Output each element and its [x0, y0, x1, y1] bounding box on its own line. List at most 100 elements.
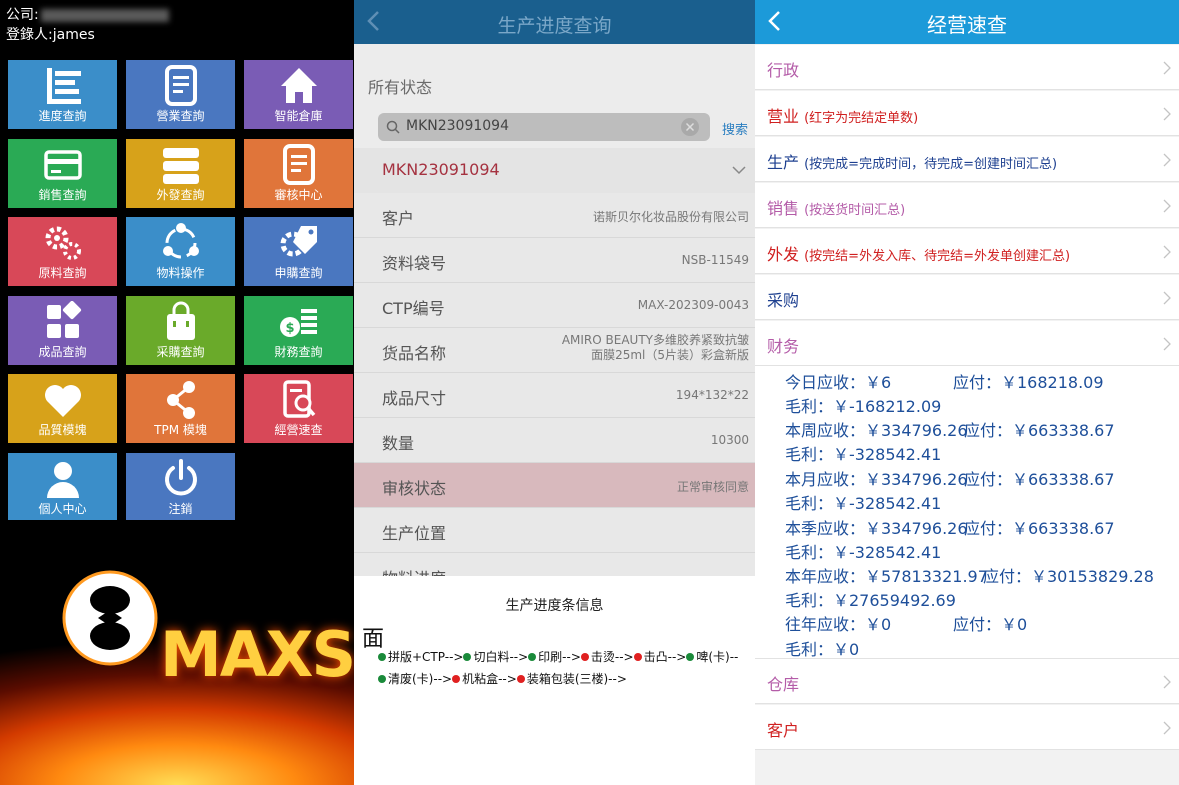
- tile-label: 注銷: [168, 502, 193, 516]
- header-bar: 经营速查: [755, 0, 1179, 44]
- row-label: 财务: [767, 337, 800, 356]
- row-value: AMIRO BEAUTY多维胶养紧致抗皱面膜25ml（5片装）彩盒新版: [561, 333, 749, 362]
- status-dot: [378, 675, 386, 683]
- tile-label: 經營速查: [274, 423, 323, 437]
- search-doc-icon: [282, 380, 315, 418]
- row-administration[interactable]: 行政: [755, 45, 1179, 90]
- tile-progress-query[interactable]: 進度查詢: [8, 60, 117, 129]
- tile-label: TPM 模塊: [154, 423, 207, 437]
- cycle-icon: [162, 223, 199, 259]
- screenshot-root: 公司: 登錄人:james 進度查詢 營業查詢 智能倉庫 銷售查詢 外發查詢 審…: [0, 0, 1179, 785]
- row-customer[interactable]: 客户: [755, 705, 1179, 750]
- row-business[interactable]: 营业 (红字为完结定单数): [755, 91, 1179, 136]
- row-production[interactable]: 生产 (按完成=完成时间，待完成=创建时间汇总): [755, 137, 1179, 182]
- status-filter[interactable]: 所有状态: [368, 74, 432, 98]
- chevron-right-icon: [1163, 245, 1171, 259]
- finance-payable: 应付：￥663338.67: [964, 519, 1115, 538]
- tile-purchase-request[interactable]: 申購查詢: [244, 217, 353, 286]
- tile-label: 申購查詢: [274, 266, 323, 280]
- search-value: MKN23091094: [406, 118, 509, 134]
- row-sales[interactable]: 销售 (按送货时间汇总): [755, 183, 1179, 228]
- finance-payable: 应付：￥663338.67: [964, 421, 1115, 440]
- progress-step: 清废(卡)-->: [378, 672, 452, 686]
- finance-payable: 应付：￥30153829.28: [983, 567, 1154, 586]
- tile-quality-module[interactable]: 品質模塊: [8, 374, 117, 443]
- chevron-right-icon: [1163, 107, 1171, 121]
- search-button[interactable]: 搜索: [722, 119, 748, 138]
- page-title: 经营速查: [927, 13, 1007, 37]
- tile-personal-center[interactable]: 個人中心: [8, 453, 117, 522]
- row-warehouse[interactable]: 仓库: [755, 659, 1179, 704]
- row-label: 客户: [767, 721, 800, 740]
- row-value: NSB-11549: [681, 253, 749, 267]
- card-icon: [43, 150, 82, 180]
- tile-label: 成品查詢: [38, 345, 87, 359]
- home-menu-panel: 公司: 登錄人:james 進度查詢 營業查詢 智能倉庫 銷售查詢 外發查詢 審…: [0, 0, 354, 785]
- search-input[interactable]: MKN23091094: [378, 113, 710, 141]
- share-icon: [166, 381, 195, 419]
- row-outsource[interactable]: 外发 (按完结=外发入库、待完结=外发单创建汇总): [755, 229, 1179, 274]
- progress-step: 击凸-->: [633, 650, 686, 664]
- row-value: MAX-202309-0043: [637, 298, 749, 312]
- finance-profit: 毛利：￥-328542.41: [785, 494, 942, 513]
- tile-material-operation[interactable]: 物料操作: [126, 217, 235, 286]
- tile-smart-warehouse[interactable]: 智能倉庫: [244, 60, 353, 129]
- row-ctp-no: CTP编号 MAX-202309-0043: [354, 283, 755, 328]
- finance-profit: 毛利：￥-168212.09: [785, 397, 942, 416]
- row-size: 成品尺寸 194*132*22: [354, 373, 755, 418]
- progress-modal: 生产进度条信息 面 拼版+CTP--> 切白料--> 印刷--> 击烫--> 击凸-->…: [354, 576, 755, 785]
- tile-label: 個人中心: [38, 502, 87, 516]
- progress-step: 装箱包装(三楼)-->: [516, 672, 627, 686]
- tile-sales-query[interactable]: 營業查詢: [126, 60, 235, 129]
- heart-icon: [44, 385, 81, 417]
- finance-receivable: 本年应收：￥57813321.97: [785, 567, 988, 586]
- status-dot: [580, 653, 589, 661]
- chevron-right-icon: [1163, 675, 1171, 689]
- row-finance[interactable]: 财务: [755, 321, 1179, 366]
- production-progress-panel: 生产进度查询 所有状态 MKN23091094 搜索 MKN23091094 客…: [354, 0, 755, 785]
- row-production-location: 生产位置: [354, 508, 755, 553]
- tile-label: 原料查詢: [38, 266, 87, 280]
- tile-material-query[interactable]: 原料查詢: [8, 217, 117, 286]
- tile-business-quick-check[interactable]: 經營速查: [244, 374, 353, 443]
- row-value: 194*132*22: [675, 388, 749, 402]
- money-icon: $: [279, 309, 317, 337]
- row-label: 生产 (按完成=完成时间，待完成=创建时间汇总): [767, 153, 1058, 172]
- progress-step: 切白料-->: [463, 650, 528, 664]
- finance-receivable: 往年应收：￥0: [785, 615, 892, 634]
- clear-icon[interactable]: [680, 117, 700, 137]
- row-label: 营业 (红字为完结定单数): [767, 107, 919, 126]
- list-icon: [46, 68, 81, 104]
- tile-procurement-query[interactable]: 采購查詢: [126, 296, 235, 365]
- tile-finance-query[interactable]: $ 財務查詢: [244, 296, 353, 365]
- login-label: 登錄人:: [6, 27, 53, 43]
- tile-label: 外發查詢: [156, 188, 205, 202]
- progress-line-2: 清废(卡)--> 机粘盒--> 装箱包装(三楼)-->: [378, 670, 627, 687]
- tile-finished-goods[interactable]: 成品查詢: [8, 296, 117, 365]
- finance-profit: 毛利：￥-328542.41: [785, 445, 942, 464]
- tile-label: 營業查詢: [156, 109, 205, 123]
- company-name-redacted: [40, 8, 169, 22]
- status-dot: [452, 675, 461, 683]
- progress-step: 击烫-->: [580, 650, 634, 664]
- business-quick-check-panel: 经营速查 行政 营业 (红字为完结定单数) 生产 (按完成=完成时间，待完成=创…: [755, 0, 1179, 785]
- status-dot: [633, 653, 642, 661]
- row-value: 诺斯贝尔化妆品股份有限公司: [592, 210, 749, 224]
- tile-review-center[interactable]: 審核中心: [244, 139, 353, 208]
- tile-logout[interactable]: 注銷: [126, 453, 235, 522]
- finance-payable: 应付：￥168218.09: [953, 373, 1104, 392]
- tile-outsource-query[interactable]: 外發查詢: [126, 139, 235, 208]
- status-dot: [378, 653, 386, 661]
- order-header[interactable]: MKN23091094: [354, 148, 755, 193]
- bag-icon: [166, 301, 195, 340]
- power-icon: [164, 459, 197, 496]
- tile-sales-inquiry[interactable]: 銷售查詢: [8, 139, 117, 208]
- finance-summary: 今日应收：￥6 应付：￥168218.09 毛利：￥-168212.09 本周应…: [755, 366, 1179, 659]
- status-dot: [516, 675, 525, 683]
- chevron-right-icon: [1163, 291, 1171, 305]
- tile-tpm-module[interactable]: TPM 模塊: [126, 374, 235, 443]
- tile-label: 審核中心: [274, 188, 323, 202]
- svg-text:$: $: [285, 321, 294, 336]
- row-purchasing[interactable]: 采购: [755, 275, 1179, 320]
- grid-icon: [46, 301, 81, 338]
